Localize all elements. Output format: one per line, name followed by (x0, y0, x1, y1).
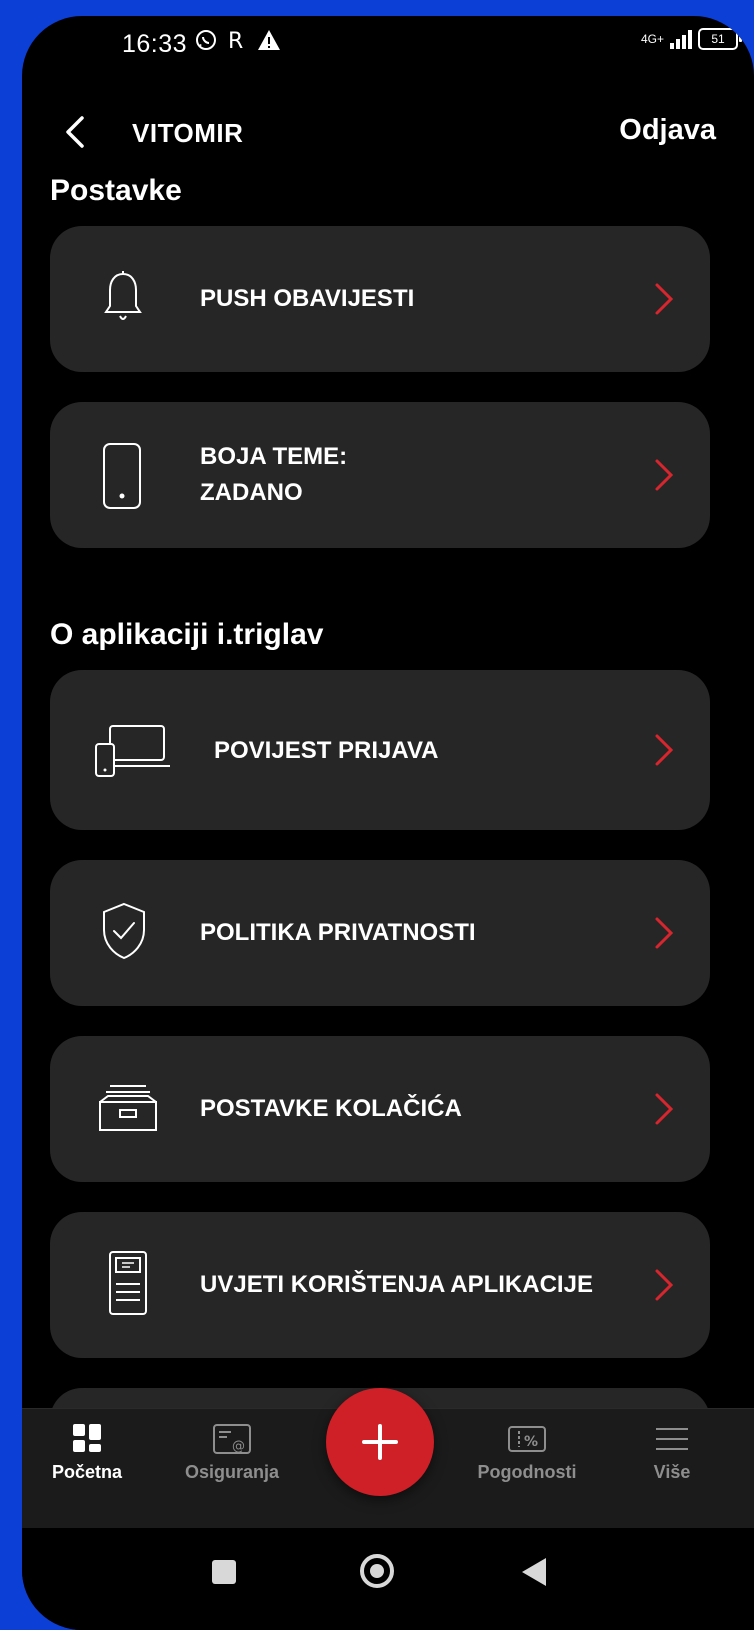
home-circle-icon[interactable] (358, 1552, 396, 1590)
chevron-right-icon (655, 734, 674, 766)
cookie-settings-item[interactable]: POSTAVKE KOLAČIĆA (50, 1036, 710, 1182)
login-history-item[interactable]: POVIJEST PRIJAVA (50, 670, 710, 830)
battery-level: 51 (711, 32, 725, 46)
cookie-settings-label: POSTAVKE KOLAČIĆA (200, 1095, 462, 1122)
phone-icon (103, 443, 141, 509)
login-history-label: POVIJEST PRIJAVA (214, 737, 439, 764)
status-bar: 16:33 R 4G+ 51 (22, 16, 754, 74)
shield-check-icon (103, 902, 145, 960)
theme-color-label-line2: ZADANO (200, 479, 303, 506)
system-navigation-bar (22, 1528, 754, 1630)
nav-more[interactable]: Više (632, 1423, 712, 1483)
battery-icon: 51 (698, 28, 742, 50)
recent-apps-icon[interactable] (210, 1558, 238, 1586)
back-triangle-icon[interactable] (520, 1556, 548, 1588)
terms-of-use-item[interactable]: UVJETI KORIŠTENJA APLIKACIJE (50, 1212, 710, 1358)
nav-benefits[interactable]: % Pogodnosti (462, 1423, 592, 1483)
svg-text:%: % (524, 1434, 538, 1450)
status-time: 16:33 (122, 30, 188, 58)
cookie-drawer-icon (99, 1085, 157, 1131)
terms-of-use-label: UVJETI KORIŠTENJA APLIKACIJE (200, 1271, 593, 1298)
add-fab-button[interactable] (326, 1388, 434, 1496)
theme-color-label-line1: BOJA TEME: (200, 443, 348, 470)
nav-insurance-label: Osiguranja (184, 1462, 280, 1482)
discount-ticket-icon: % (508, 1426, 546, 1452)
theme-color-item[interactable]: BOJA TEME: ZADANO (50, 402, 710, 548)
privacy-policy-label: POLITIKA PRIVATNOSTI (200, 919, 476, 946)
bell-icon (104, 271, 142, 320)
warning-icon (258, 30, 280, 50)
status-right: 4G+ 51 (640, 28, 742, 50)
nav-benefits-label: Pogodnosti (477, 1462, 577, 1482)
settings-section-title: Postavke (50, 174, 182, 207)
push-notifications-item[interactable]: PUSH OBAVIJESTI (50, 226, 710, 372)
chevron-right-icon (655, 917, 674, 949)
nav-home[interactable]: Početna (42, 1423, 132, 1483)
home-grid-icon (73, 1424, 101, 1452)
nav-more-label: Više (653, 1462, 691, 1482)
svg-text:R: R (228, 29, 243, 52)
logout-button[interactable]: Odjava (619, 114, 716, 147)
app-header: VITOMIR Odjava (22, 96, 754, 166)
r-icon: R (228, 29, 243, 52)
svg-text:@: @ (232, 1439, 245, 1454)
network-type: 4G+ (640, 32, 664, 46)
menu-icon (656, 1428, 688, 1450)
chevron-right-icon (655, 283, 674, 315)
plus-icon (362, 1424, 398, 1460)
push-notifications-label: PUSH OBAVIJESTI (200, 285, 415, 312)
nav-home-label: Početna (51, 1462, 123, 1482)
document-icon (109, 1251, 147, 1315)
about-section-title: O aplikaciji i.triglav (50, 618, 324, 651)
insurance-card-icon: @ (213, 1424, 251, 1454)
chevron-right-icon (655, 459, 674, 491)
signal-icon (670, 29, 692, 49)
chevron-right-icon (655, 1269, 674, 1301)
whatsapp-icon (196, 30, 216, 50)
status-notification-icons: R (194, 28, 282, 52)
nav-insurance[interactable]: @ Osiguranja (170, 1423, 294, 1483)
privacy-policy-item[interactable]: POLITIKA PRIVATNOSTI (50, 860, 710, 1006)
chevron-right-icon (655, 1093, 674, 1125)
user-name: VITOMIR (132, 118, 244, 148)
devices-icon (95, 725, 170, 777)
back-arrow-icon[interactable] (58, 112, 98, 152)
phone-screen: 16:33 R 4G+ 51 VITOMIR Odjava Postavke P… (22, 16, 754, 1630)
